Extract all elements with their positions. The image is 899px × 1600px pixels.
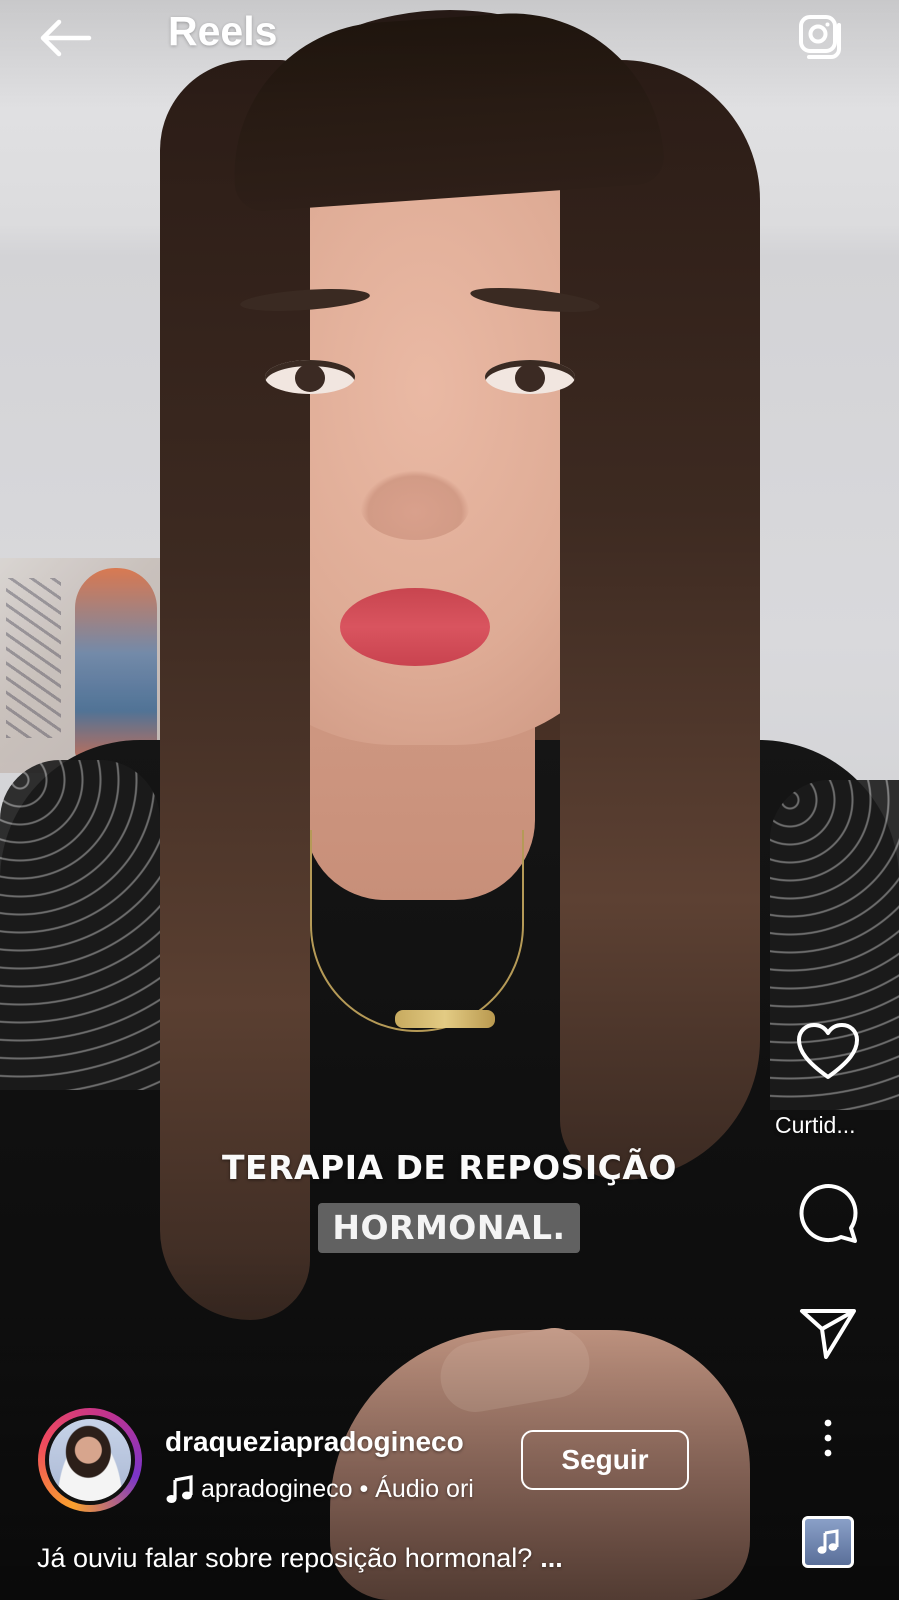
arrow-left-icon xyxy=(40,19,92,57)
post-caption[interactable]: Já ouviu falar sobre reposição hormonal?… xyxy=(37,1543,777,1574)
post-caption-text: Já ouviu falar sobre reposição hormonal? xyxy=(37,1543,533,1573)
video-caption-line-1: TERAPIA DE REPOSIÇÃO xyxy=(222,1148,677,1187)
shirt-lace-left xyxy=(0,760,160,1090)
camera-button[interactable] xyxy=(792,6,852,66)
heart-icon xyxy=(797,1023,859,1079)
audio-attribution[interactable]: apradogineco • Áudio ori xyxy=(165,1471,500,1507)
video-caption-line-2: HORMONAL. xyxy=(318,1203,580,1253)
top-shade xyxy=(0,0,899,110)
left-eye xyxy=(265,360,355,394)
like-count-label[interactable]: Curtid... xyxy=(775,1112,895,1139)
caption-more-label[interactable]: ... xyxy=(540,1543,563,1573)
author-username[interactable]: draqueziapradogineco xyxy=(165,1426,464,1458)
reel-video[interactable] xyxy=(0,0,899,1600)
back-button[interactable] xyxy=(32,10,98,66)
comment-icon xyxy=(799,1184,858,1243)
page-title: Reels xyxy=(168,8,278,54)
reels-screen: TERAPIA DE REPOSIÇÃO HORMONAL. Reels Cur… xyxy=(0,0,899,1600)
follow-button[interactable]: Seguir xyxy=(521,1430,689,1490)
hair-side-left xyxy=(160,60,310,1320)
music-note-icon xyxy=(166,1475,193,1503)
music-note-icon xyxy=(817,1529,839,1554)
audio-thumbnail[interactable] xyxy=(802,1516,854,1568)
more-vertical-icon xyxy=(824,1419,832,1457)
avatar[interactable] xyxy=(45,1415,135,1505)
comment-button[interactable] xyxy=(780,1180,876,1246)
share-button[interactable] xyxy=(780,1305,876,1361)
hair-side-right xyxy=(560,60,760,1180)
send-icon xyxy=(800,1309,856,1359)
audio-label: apradogineco • Áudio ori xyxy=(201,1474,474,1503)
camera-icon xyxy=(799,15,841,59)
like-button[interactable] xyxy=(780,1022,876,1082)
necklace-pendant xyxy=(395,1010,495,1028)
right-eye xyxy=(485,360,575,394)
lips xyxy=(340,588,490,666)
more-options-button[interactable] xyxy=(780,1418,876,1458)
nose xyxy=(360,470,470,540)
